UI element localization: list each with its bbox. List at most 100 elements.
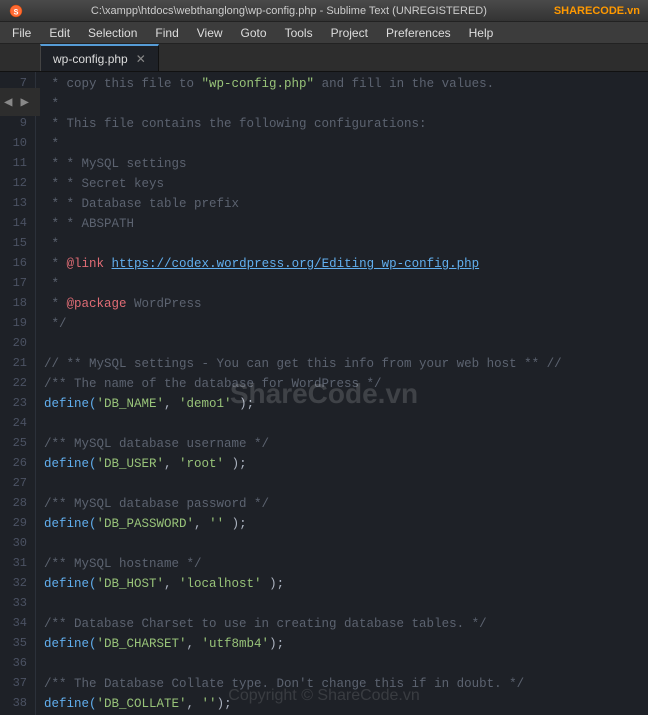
code-token: );	[224, 454, 247, 474]
line-number: 21	[4, 354, 27, 374]
line-number: 35	[4, 634, 27, 654]
code-token: ''	[202, 694, 217, 714]
code-line	[44, 474, 640, 494]
code-token: ,	[164, 394, 179, 414]
code-token: *	[44, 134, 59, 154]
code-line: * copy this file to "wp-config.php" and …	[44, 74, 640, 94]
code-line: define('DB_HOST', 'localhost' );	[44, 574, 640, 594]
menu-item-view[interactable]: View	[189, 24, 231, 42]
code-token: 'DB_USER'	[97, 454, 165, 474]
line-number: 38	[4, 694, 27, 714]
code-line	[44, 654, 640, 674]
sharecode-logo: SHARECODE.vn	[554, 5, 640, 17]
line-number: 9	[4, 114, 27, 134]
line-number: 14	[4, 214, 27, 234]
menu-item-project[interactable]: Project	[323, 24, 376, 42]
code-token: 'DB_COLLATE'	[97, 694, 187, 714]
code-token: define(	[44, 574, 97, 594]
tab-close-button[interactable]: ✕	[136, 52, 146, 66]
nav-left-arrow[interactable]: ◀	[0, 88, 16, 116]
code-line: /** The name of the database for WordPre…	[44, 374, 640, 394]
code-token: *	[44, 274, 59, 294]
code-token: /** MySQL database username */	[44, 434, 269, 454]
code-token: *	[44, 234, 59, 254]
svg-text:S: S	[14, 8, 19, 17]
code-line: define('DB_NAME', 'demo1' );	[44, 394, 640, 414]
editor: 7891011121314151617181920212223242526272…	[0, 72, 648, 715]
code-token: );	[224, 514, 247, 534]
line-number: 33	[4, 594, 27, 614]
menu-item-preferences[interactable]: Preferences	[378, 24, 459, 42]
code-line: // ** MySQL settings - You can get this …	[44, 354, 640, 374]
line-number: 37	[4, 674, 27, 694]
code-line: /** The Database Collate type. Don't cha…	[44, 674, 640, 694]
code-token: );	[217, 694, 232, 714]
code-line: * * Secret keys	[44, 174, 640, 194]
code-line	[44, 414, 640, 434]
code-line: define('DB_COLLATE', '');	[44, 694, 640, 714]
tab-wp-config[interactable]: wp-config.php ✕	[40, 44, 159, 71]
code-token: /** The Database Collate type. Don't cha…	[44, 674, 524, 694]
line-number: 16	[4, 254, 27, 274]
menu-item-help[interactable]: Help	[461, 24, 502, 42]
code-line: * @package WordPress	[44, 294, 640, 314]
code-line: * * MySQL settings	[44, 154, 640, 174]
menu-item-goto[interactable]: Goto	[233, 24, 275, 42]
code-token: ,	[164, 574, 179, 594]
code-token: ,	[187, 694, 202, 714]
line-number: 25	[4, 434, 27, 454]
nav-right-arrow[interactable]: ▶	[16, 88, 32, 116]
code-line: *	[44, 234, 640, 254]
code-token: * This file contains the following confi…	[44, 114, 427, 134]
code-token: * * ABSPATH	[44, 214, 134, 234]
line-number: 19	[4, 314, 27, 334]
menu-item-tools[interactable]: Tools	[277, 24, 321, 42]
nav-arrows: ◀ ▶	[0, 88, 40, 116]
code-token: 'root'	[179, 454, 224, 474]
code-token: https://codex.wordpress.org/Editing_wp-c…	[112, 254, 480, 274]
menu-item-selection[interactable]: Selection	[80, 24, 145, 42]
code-token: */	[44, 314, 67, 334]
code-token: WordPress	[127, 294, 202, 314]
code-token	[104, 254, 112, 274]
code-token: );	[232, 394, 255, 414]
code-line	[44, 334, 640, 354]
line-number: 17	[4, 274, 27, 294]
line-number: 20	[4, 334, 27, 354]
code-line: /** MySQL database username */	[44, 434, 640, 454]
code-line: define('DB_USER', 'root' );	[44, 454, 640, 474]
title-bar: S C:\xampp\htdocs\webthanglong\wp-config…	[0, 0, 648, 22]
code-line	[44, 534, 640, 554]
tab-bar: wp-config.php ✕	[0, 44, 648, 72]
code-token: 'DB_PASSWORD'	[97, 514, 195, 534]
line-number: 34	[4, 614, 27, 634]
code-token: );	[269, 634, 284, 654]
code-line: * * ABSPATH	[44, 214, 640, 234]
line-number: 12	[4, 174, 27, 194]
code-token: define(	[44, 634, 97, 654]
code-token: 'DB_CHARSET'	[97, 634, 187, 654]
code-token: ,	[164, 454, 179, 474]
code-token: ,	[187, 634, 202, 654]
code-token: ,	[194, 514, 209, 534]
code-token: 'DB_HOST'	[97, 574, 165, 594]
code-token: 'DB_NAME'	[97, 394, 165, 414]
code-token: define(	[44, 394, 97, 414]
app-icon: S	[8, 3, 24, 19]
line-number: 26	[4, 454, 27, 474]
code-token: * * MySQL settings	[44, 154, 187, 174]
line-number: 22	[4, 374, 27, 394]
code-token: /** MySQL hostname */	[44, 554, 202, 574]
code-token: );	[262, 574, 285, 594]
menu-item-edit[interactable]: Edit	[41, 24, 78, 42]
code-line: /** MySQL hostname */	[44, 554, 640, 574]
tab-bar-wrapper: ◀ ▶ wp-config.php ✕	[0, 44, 648, 72]
code-area[interactable]: * copy this file to "wp-config.php" and …	[36, 72, 648, 715]
code-line: *	[44, 134, 640, 154]
code-token: *	[44, 294, 67, 314]
code-token: define(	[44, 454, 97, 474]
line-number: 24	[4, 414, 27, 434]
code-line: define('DB_CHARSET', 'utf8mb4');	[44, 634, 640, 654]
menu-item-find[interactable]: Find	[147, 24, 186, 42]
menu-item-file[interactable]: File	[4, 24, 39, 42]
